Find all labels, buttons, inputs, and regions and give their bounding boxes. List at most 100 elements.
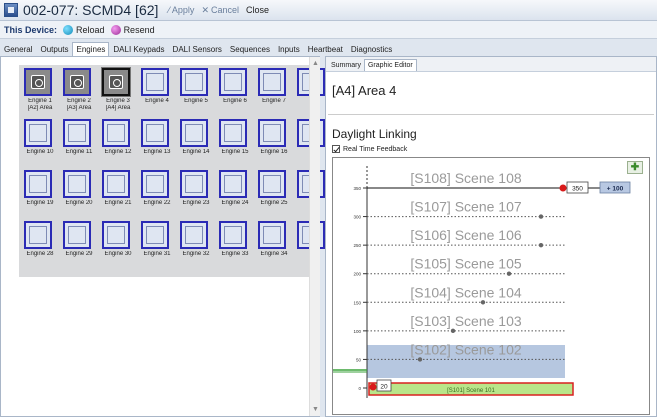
add-scene-button[interactable]: ✚: [627, 161, 643, 174]
scroll-down-icon[interactable]: ▼: [312, 406, 319, 413]
engine-empty-icon[interactable]: [219, 119, 247, 147]
engine-tile[interactable]: Engine 19: [22, 170, 60, 218]
tab-sequences[interactable]: Sequences: [226, 42, 274, 56]
tab-dali-sensors[interactable]: DALI Sensors: [169, 42, 226, 56]
engine-tile[interactable]: Engine 32: [178, 221, 216, 269]
engine-tile[interactable]: Engine 25: [256, 170, 294, 218]
engine-tile[interactable]: Engine 6: [217, 68, 255, 116]
engine-tile[interactable]: Engine 14: [178, 119, 216, 167]
engine-name: Engine 34: [260, 251, 288, 257]
engine-configured-icon[interactable]: [63, 68, 91, 96]
cancel-button[interactable]: ✕ Cancel: [201, 5, 239, 16]
engine-empty-icon[interactable]: [24, 221, 52, 249]
apply-button[interactable]: ⁄ Apply: [168, 5, 194, 15]
engine-tile[interactable]: Engine 28: [22, 221, 60, 269]
scene-point[interactable]: [506, 271, 512, 276]
engine-empty-icon[interactable]: [219, 68, 247, 96]
engine-tile[interactable]: Engine 34: [256, 221, 294, 269]
engine-empty-icon[interactable]: [24, 119, 52, 147]
engine-tile[interactable]: Engine 30: [100, 221, 138, 269]
scene-point[interactable]: [538, 242, 544, 248]
engine-tile[interactable]: Engine 31: [139, 221, 177, 269]
engine-empty-icon[interactable]: [102, 221, 130, 249]
engine-empty-icon[interactable]: [258, 68, 286, 96]
engine-tile[interactable]: Engine 24: [217, 170, 255, 218]
engine-name: Engine 15: [221, 149, 249, 155]
y-tick-label: 150: [353, 300, 361, 305]
bottom-marker[interactable]: [369, 383, 377, 391]
engines-panel: Engine 1 [A2] Area Engine 2 [A3] Area Engine…: [0, 56, 325, 417]
subtab-graphic-editor[interactable]: Graphic Editor: [363, 59, 417, 71]
engine-name: Engine 13: [143, 149, 171, 155]
engine-tile[interactable]: Engine 5: [178, 68, 216, 116]
engine-tile[interactable]: Engine 13: [139, 119, 177, 167]
tab-outputs[interactable]: Outputs: [36, 42, 72, 56]
scene-point[interactable]: [450, 328, 456, 334]
top-marker[interactable]: [559, 184, 567, 192]
engine-tile[interactable]: Engine 12: [100, 119, 138, 167]
engine-tile[interactable]: Engine 11: [61, 119, 99, 167]
scene-point[interactable]: [417, 357, 423, 362]
scene-point[interactable]: [480, 300, 486, 305]
engine-empty-icon[interactable]: [258, 221, 286, 249]
engine-tile[interactable]: Engine 22: [139, 170, 177, 218]
tab-engines[interactable]: Engines: [72, 42, 110, 56]
engine-tile[interactable]: Engine 23: [178, 170, 216, 218]
engine-tile[interactable]: Engine 16: [256, 119, 294, 167]
engine-tile[interactable]: Engine 7: [256, 68, 294, 116]
engine-empty-icon[interactable]: [24, 170, 52, 198]
engine-empty-icon[interactable]: [63, 119, 91, 147]
engine-name: Engine 11: [65, 149, 93, 155]
engine-empty-icon[interactable]: [141, 119, 169, 147]
tab-heartbeat[interactable]: Heartbeat: [304, 42, 347, 56]
window-title: 002-077: SCMD4 [62]: [23, 2, 159, 18]
engine-empty-icon[interactable]: [180, 170, 208, 198]
tab-diagnostics[interactable]: Diagnostics: [347, 42, 396, 56]
engine-tile[interactable]: Engine 29: [61, 221, 99, 269]
scene-point[interactable]: [538, 214, 544, 219]
engine-name: Engine 1: [28, 98, 52, 104]
engine-empty-icon[interactable]: [219, 221, 247, 249]
engine-tile[interactable]: Engine 2 [A3] Area: [61, 68, 99, 116]
engine-empty-icon[interactable]: [141, 68, 169, 96]
engine-tile[interactable]: Engine 1 [A2] Area: [22, 68, 60, 116]
engine-empty-icon[interactable]: [258, 119, 286, 147]
engine-tile[interactable]: Engine 15: [217, 119, 255, 167]
engine-empty-icon[interactable]: [219, 170, 247, 198]
subtab-summary[interactable]: Summary: [328, 60, 364, 71]
engine-tile[interactable]: Engine 33: [217, 221, 255, 269]
engine-tile[interactable]: Engine 4: [139, 68, 177, 116]
engine-configured-icon[interactable]: [101, 67, 131, 97]
engine-tile[interactable]: Engine 10: [22, 119, 60, 167]
reload-button[interactable]: Reload: [63, 24, 105, 35]
engine-empty-icon[interactable]: [102, 119, 130, 147]
engines-scrollbar[interactable]: ▲ ▼: [309, 57, 320, 416]
engine-empty-icon[interactable]: [258, 170, 286, 198]
close-button[interactable]: Close: [246, 5, 269, 15]
engine-empty-icon[interactable]: [141, 221, 169, 249]
engine-empty-icon[interactable]: [141, 170, 169, 198]
tab-dali-keypads[interactable]: DALI Keypads: [109, 42, 168, 56]
engine-empty-icon[interactable]: [63, 221, 91, 249]
engine-name: Engine 24: [221, 200, 249, 206]
engine-name: Engine 30: [104, 251, 132, 257]
engine-configured-icon[interactable]: [24, 68, 52, 96]
engine-empty-icon[interactable]: [180, 221, 208, 249]
engine-empty-icon[interactable]: [63, 170, 91, 198]
engine-empty-icon[interactable]: [102, 170, 130, 198]
tab-general[interactable]: General: [0, 42, 36, 56]
engine-name: Engine 6: [223, 98, 247, 104]
engine-empty-icon[interactable]: [180, 68, 208, 96]
engine-area-label: [A2] Area: [27, 105, 53, 111]
realtime-feedback-checkbox[interactable]: [332, 145, 340, 153]
tab-inputs[interactable]: Inputs: [274, 42, 304, 56]
engine-tile[interactable]: Engine 3 [A4] Area: [100, 67, 138, 116]
engine-tile[interactable]: Engine 20: [61, 170, 99, 218]
resend-button[interactable]: Resend: [110, 24, 155, 35]
engine-tile[interactable]: Engine 21: [100, 170, 138, 218]
daylight-graph: [S108] Scene 108 [S107] Scene 107 [S106] S…: [332, 157, 650, 415]
engine-name: Engine 33: [221, 251, 249, 257]
realtime-feedback-row[interactable]: Real Time Feedback: [332, 145, 407, 153]
scroll-up-icon[interactable]: ▲: [312, 60, 319, 67]
engine-empty-icon[interactable]: [180, 119, 208, 147]
